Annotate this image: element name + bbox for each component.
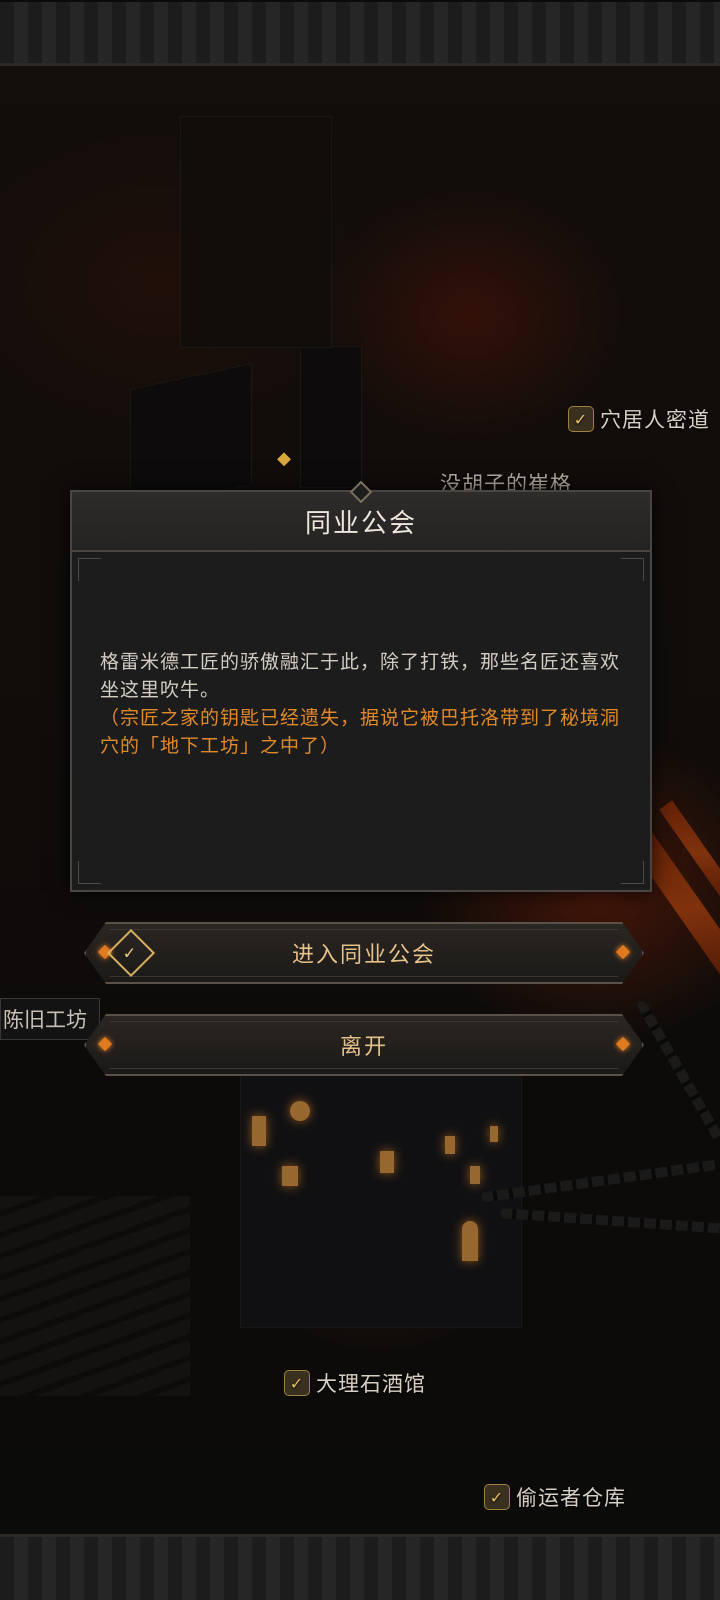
location-marble-tavern[interactable]: ✓ 大理石酒馆 (284, 1368, 426, 1398)
location-label: 穴居人密道 (600, 408, 710, 432)
location-label: 偷运者仓库 (516, 1486, 626, 1510)
check-icon: ✓ (484, 1484, 510, 1510)
location-label: 陈旧工坊 (3, 1008, 87, 1032)
corner-ornament (78, 861, 101, 884)
check-icon: ✓ (284, 1370, 310, 1396)
corner-ornament (621, 861, 644, 884)
corner-ornament (78, 558, 101, 581)
location-cave-secret[interactable]: ✓ 穴居人密道 (568, 404, 710, 434)
corner-ornament (621, 558, 644, 581)
location-old-workshop[interactable]: 陈旧工坊 (0, 998, 100, 1040)
check-icon: ✓ (568, 406, 594, 432)
dialog-note: （宗匠之家的钥匙已经遗失，据说它被巴托洛带到了秘境洞穴的「地下工坊」之中了） (100, 707, 621, 757)
top-frame (0, 0, 720, 66)
leave-button[interactable]: 离开 (84, 1014, 644, 1076)
location-thief-warehouse[interactable]: ✓ 偷运者仓库 (484, 1482, 626, 1512)
dialog-body: 格雷米德工匠的骄傲融汇于此，除了打铁，那些名匠还喜欢坐这里吹牛。 （宗匠之家的钥… (72, 552, 650, 760)
enter-guild-button[interactable]: ✓ 进入同业公会 (84, 922, 644, 984)
location-label: 大理石酒馆 (316, 1372, 426, 1396)
leave-label: 离开 (339, 1035, 388, 1060)
enter-guild-label: 进入同业公会 (291, 943, 436, 968)
bottom-frame (0, 1534, 720, 1600)
dialog-description: 格雷米德工匠的骄傲融汇于此，除了打铁，那些名匠还喜欢坐这里吹牛。 (100, 651, 621, 701)
map-marker-icon[interactable]: ◆ (276, 448, 292, 470)
guild-dialog: 同业公会 格雷米德工匠的骄傲融汇于此，除了打铁，那些名匠还喜欢坐这里吹牛。 （宗… (70, 480, 652, 892)
